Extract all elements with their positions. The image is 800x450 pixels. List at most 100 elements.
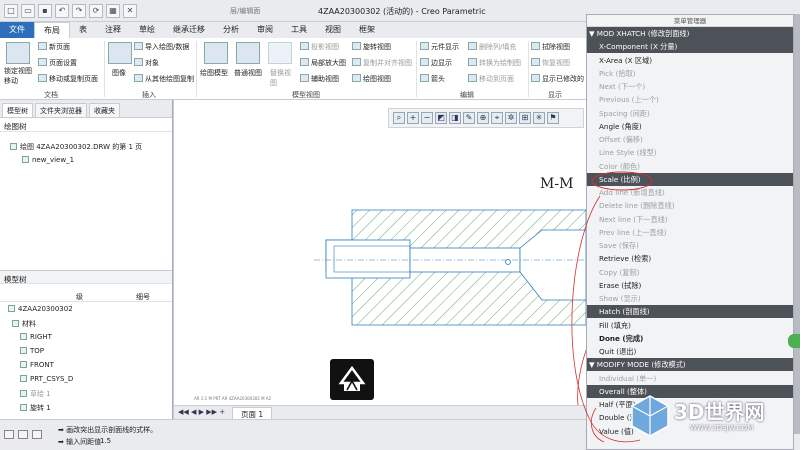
drawing-view-button[interactable]: 绘图视图: [352, 74, 391, 84]
lock-view-label[interactable]: 锁定视图移动: [4, 66, 34, 86]
replace-view-icon[interactable]: [268, 42, 292, 64]
move-to-page-button[interactable]: 移动到页面: [468, 74, 514, 84]
page-setup-button[interactable]: 页面设置: [38, 58, 77, 68]
model-tree-item[interactable]: RIGHT: [20, 333, 52, 341]
new-file-icon[interactable]: □: [4, 4, 18, 18]
tab-folder-browser[interactable]: 文件夹浏览器: [35, 103, 87, 117]
model-tree-item[interactable]: FRONT: [20, 361, 54, 369]
menu-item[interactable]: Scale (比例): [587, 172, 793, 186]
convert-drawn-button[interactable]: 转换为绘制图: [468, 58, 521, 68]
tags-display-icon[interactable]: ⚑: [547, 112, 559, 124]
copy-from-drawing-button[interactable]: 从其他绘图复制: [134, 74, 194, 84]
object-button[interactable]: 对象: [134, 58, 159, 68]
menu-item[interactable]: Hatch (剖面线): [587, 305, 793, 319]
tab-6[interactable]: 分析: [214, 22, 248, 38]
model-tree-item[interactable]: TOP: [20, 347, 44, 355]
csys-display-icon[interactable]: ⊞: [519, 112, 531, 124]
side-badge[interactable]: [788, 334, 800, 348]
redo-icon[interactable]: ↷: [72, 4, 86, 18]
menu-section-header[interactable]: ▼ MOD XHATCH (修改剖面线): [587, 27, 793, 40]
menu-item[interactable]: Retrieve (检索): [587, 252, 793, 265]
sketch-icon: [20, 390, 27, 397]
drawing-model-label[interactable]: 绘图模型: [200, 68, 228, 78]
point-display-icon[interactable]: ✲: [505, 112, 517, 124]
annotation-display-icon[interactable]: ✎: [463, 112, 475, 124]
group-edit: 编辑: [460, 91, 474, 99]
open-file-icon[interactable]: ▭: [21, 4, 35, 18]
menu-item[interactable]: Angle (角度): [587, 120, 793, 133]
arrow-button[interactable]: 箭头: [420, 74, 445, 84]
normal-view-icon[interactable]: [236, 42, 260, 64]
sheet-nav-arrows[interactable]: ◀◀ ◀ ▶ ▶▶ +: [178, 408, 225, 416]
replace-view-label[interactable]: 替换视图: [270, 68, 294, 88]
drawing-model-icon[interactable]: [204, 42, 228, 64]
copy-align-view-button[interactable]: 复制并对齐视图: [352, 58, 412, 68]
model-tree-item[interactable]: 草绘 1: [20, 389, 51, 399]
zoom-in-icon[interactable]: +: [407, 112, 419, 124]
tab-2[interactable]: 表: [70, 22, 96, 38]
menu-item[interactable]: Done (完成): [587, 332, 793, 345]
menu-item[interactable]: X-Component (X 分量): [587, 40, 793, 54]
spin-center-icon[interactable]: ✳: [533, 112, 545, 124]
regenerate-icon[interactable]: ⟳: [89, 4, 103, 18]
detail-view-button[interactable]: 局部放大图: [300, 58, 346, 68]
undo-icon[interactable]: ↶: [55, 4, 69, 18]
status-browser-icon[interactable]: [18, 430, 28, 439]
menu-item: Previous (上一个): [599, 95, 659, 105]
tab-10[interactable]: 框架: [350, 22, 384, 38]
model-tree-item[interactable]: PRT_CSYS_D: [20, 375, 73, 383]
model-tree-item[interactable]: 材料: [12, 319, 36, 329]
menu-item[interactable]: Fill (填充): [587, 319, 793, 332]
new-page-button[interactable]: 新页面: [38, 42, 70, 52]
status-fullscreen-icon[interactable]: [32, 430, 42, 439]
projection-view-button[interactable]: 投影视图: [300, 42, 339, 52]
model-tree-item[interactable]: 旋转 1: [20, 403, 51, 413]
tab-3[interactable]: 注释: [96, 22, 130, 38]
tab-4[interactable]: 草绘: [130, 22, 164, 38]
import-button[interactable]: 导入绘图/数据: [134, 42, 189, 52]
drawing-canvas[interactable]: M-M AR 1:1 M PRT AR 4ZAA20300302 M A2: [174, 100, 649, 406]
close-window-icon[interactable]: ✕: [123, 4, 137, 18]
rotate-view-button[interactable]: 旋转视图: [352, 42, 391, 52]
menu-item[interactable]: Quit (退出): [587, 345, 793, 358]
refit-icon[interactable]: ⌕: [393, 112, 405, 124]
tab-9[interactable]: 视图: [316, 22, 350, 38]
plane-icon: [20, 361, 27, 368]
drawing-tree-item[interactable]: 绘图 4ZAA20300302.DRW 的第 1 页: [10, 142, 142, 152]
menu-item: Spacing (间距): [599, 108, 650, 118]
menu-item[interactable]: Erase (拭除): [587, 279, 793, 292]
menu-item[interactable]: X-Area (X 区域): [587, 54, 793, 67]
tab-8[interactable]: 工具: [282, 22, 316, 38]
zoom-out-icon[interactable]: −: [421, 112, 433, 124]
delete-fill-button[interactable]: 删除列/填充: [468, 42, 516, 52]
repaint-icon[interactable]: ◩: [435, 112, 447, 124]
model-tree-item[interactable]: 4ZAA20300302: [8, 305, 73, 313]
image-icon[interactable]: [108, 42, 132, 64]
show-modified-button[interactable]: 显示已修改的: [531, 74, 584, 84]
tab-7[interactable]: 审阅: [248, 22, 282, 38]
tab-5[interactable]: 继承迁移: [164, 22, 214, 38]
component-icon: [420, 42, 429, 50]
move-copy-page-button[interactable]: 移动或复制页面: [38, 74, 98, 84]
tab-model-tree[interactable]: 模型树: [2, 103, 33, 117]
lock-view-icon[interactable]: [6, 42, 30, 64]
erase-view-button[interactable]: 拭除视图: [531, 42, 570, 52]
component-display-button[interactable]: 元件显示: [420, 42, 459, 52]
status-panel-icon[interactable]: [4, 430, 14, 439]
tab-1[interactable]: 布局: [34, 22, 70, 38]
edge-display-button[interactable]: 边显示: [420, 58, 452, 68]
drawing-svg: [314, 209, 649, 406]
display-style-icon[interactable]: ◨: [449, 112, 461, 124]
tab-0[interactable]: 文件: [0, 22, 34, 38]
tab-favorites[interactable]: 收藏夹: [89, 103, 120, 117]
window-icon[interactable]: ▦: [106, 4, 120, 18]
aux-view-button[interactable]: 辅助视图: [300, 74, 339, 84]
normal-view-label[interactable]: 普通视图: [234, 68, 262, 78]
datum-display-icon[interactable]: ⊕: [477, 112, 489, 124]
menu-section-header[interactable]: ▼ MODIFY MODE (修改模式): [587, 358, 793, 372]
view-tree-item[interactable]: new_view_1: [22, 156, 74, 164]
image-label[interactable]: 图像: [112, 68, 126, 78]
save-icon[interactable]: ▪: [38, 4, 52, 18]
axis-display-icon[interactable]: ⌖: [491, 112, 503, 124]
restore-view-button[interactable]: 恢复视图: [531, 58, 570, 68]
